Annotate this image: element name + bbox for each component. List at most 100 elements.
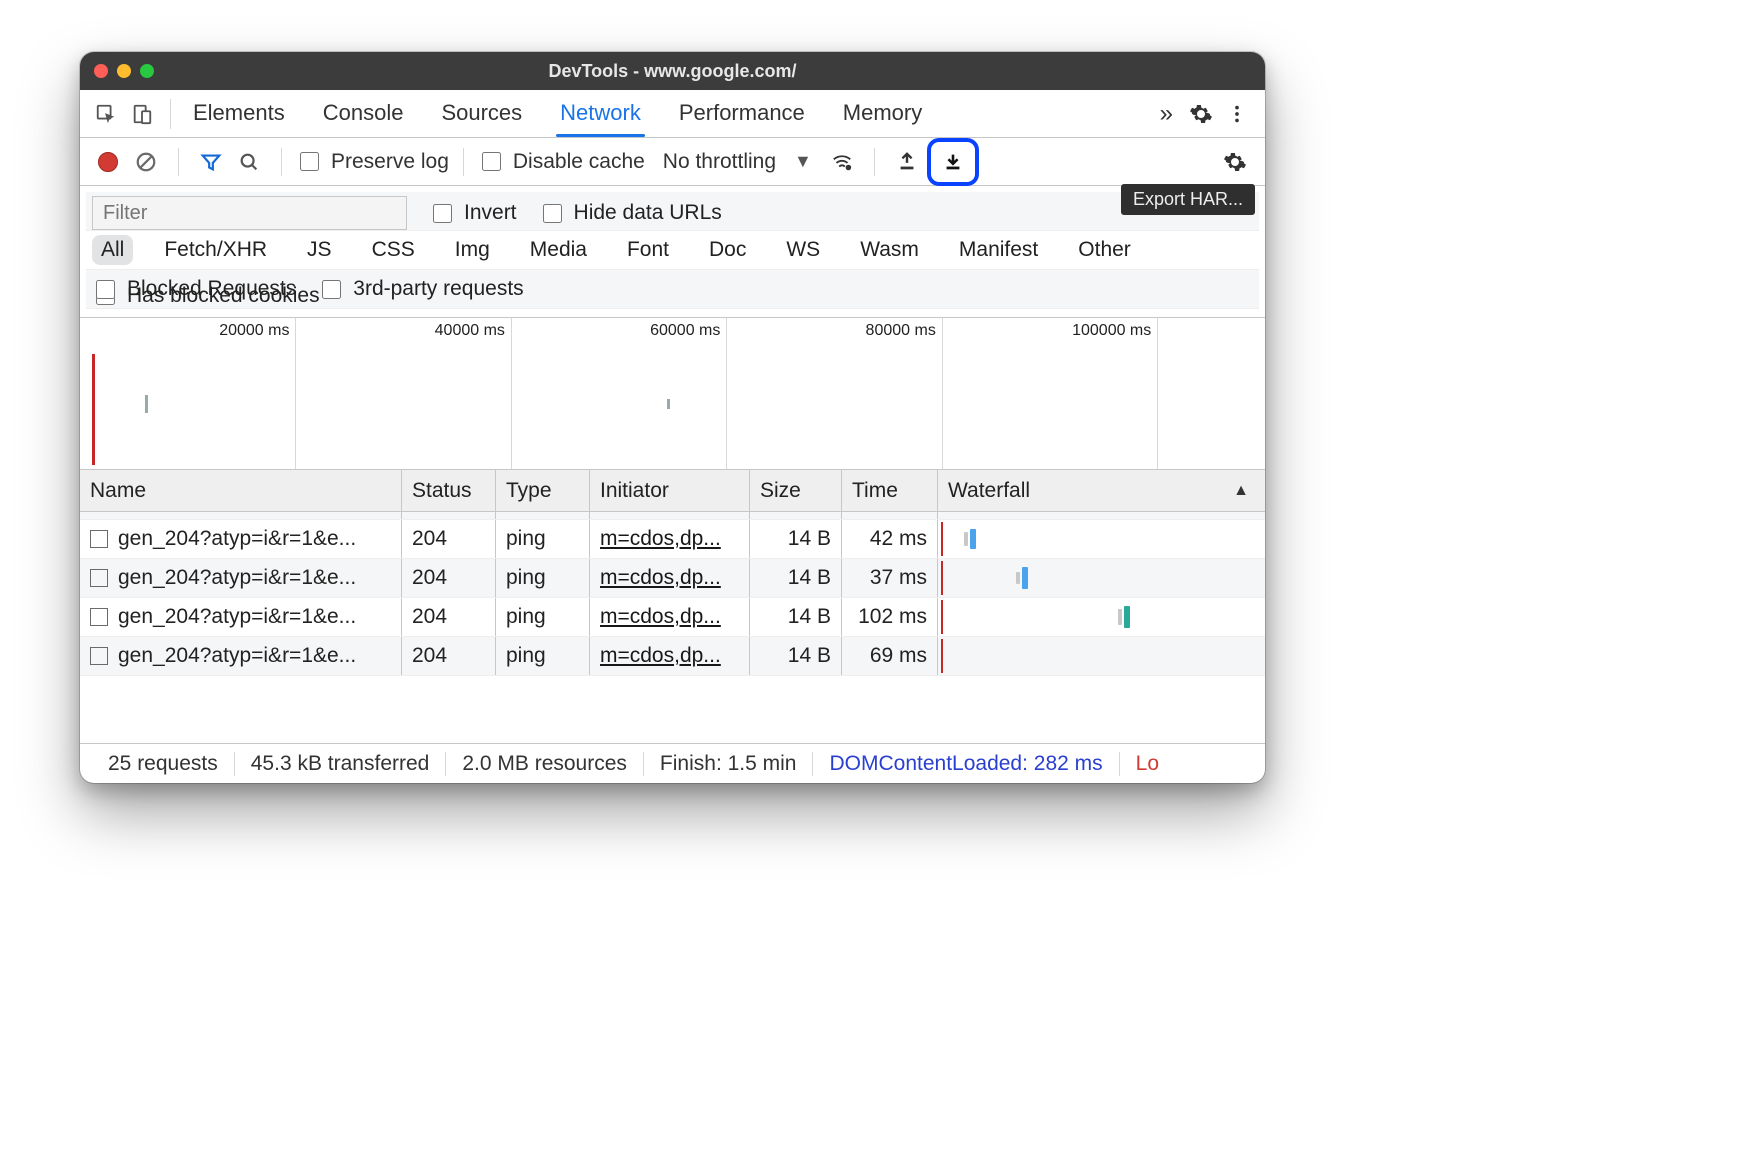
blocked-requests-input[interactable] xyxy=(96,280,115,299)
hide-data-urls-input[interactable] xyxy=(543,204,562,223)
tab-sources[interactable]: Sources xyxy=(439,92,524,136)
type-chip-ws[interactable]: WS xyxy=(777,235,829,265)
hide-data-urls-checkbox[interactable]: Hide data URLs xyxy=(539,201,722,226)
invert-input[interactable] xyxy=(433,204,452,223)
throttling-select[interactable]: No throttling ▼ xyxy=(663,150,812,174)
type-chip-js[interactable]: JS xyxy=(298,235,341,265)
tab-console[interactable]: Console xyxy=(321,92,406,136)
device-toolbar-icon[interactable] xyxy=(124,96,160,132)
tab-memory[interactable]: Memory xyxy=(841,92,924,136)
status-resources: 2.0 MB resources xyxy=(446,752,644,776)
window-titlebar: DevTools - www.google.com/ xyxy=(80,52,1265,90)
filter-bar: Invert Hide data URLs All Fetch/XHR JS C… xyxy=(80,186,1265,318)
network-conditions-icon[interactable] xyxy=(824,144,860,180)
type-chip-all[interactable]: All xyxy=(92,235,133,265)
separator xyxy=(178,148,179,176)
tab-elements[interactable]: Elements xyxy=(191,92,287,136)
file-icon xyxy=(90,569,108,587)
timeline-tick-label: 60000 ms xyxy=(650,322,726,340)
close-window-button[interactable] xyxy=(94,64,108,78)
clear-icon[interactable] xyxy=(128,144,164,180)
type-chip-css[interactable]: CSS xyxy=(363,235,424,265)
waterfall-wait-bar xyxy=(1016,572,1020,584)
type-chip-font[interactable]: Font xyxy=(618,235,678,265)
more-tabs-icon[interactable]: » xyxy=(1150,100,1183,128)
type-chip-wasm[interactable]: Wasm xyxy=(851,235,928,265)
filter-icon[interactable] xyxy=(193,144,229,180)
col-type[interactable]: Type xyxy=(496,470,590,511)
cell-size: 14 B xyxy=(750,598,842,636)
timeline-activity-tick xyxy=(145,395,148,413)
waterfall-download-bar xyxy=(1022,567,1028,589)
type-chip-manifest[interactable]: Manifest xyxy=(950,235,1047,265)
panel-tabs-row: Elements Console Sources Network Perform… xyxy=(80,90,1265,138)
search-icon[interactable] xyxy=(231,144,267,180)
timeline-overview[interactable]: 20000 ms40000 ms60000 ms80000 ms100000 m… xyxy=(80,318,1265,470)
status-bar: 25 requests 45.3 kB transferred 2.0 MB r… xyxy=(80,743,1265,783)
disable-cache-input[interactable] xyxy=(482,152,501,171)
preserve-log-checkbox[interactable]: Preserve log xyxy=(296,149,449,174)
file-icon xyxy=(90,530,108,548)
timeline-activity-tick xyxy=(667,399,670,409)
tab-performance[interactable]: Performance xyxy=(677,92,807,136)
inspect-element-icon[interactable] xyxy=(88,96,124,132)
separator xyxy=(281,148,282,176)
type-chip-img[interactable]: Img xyxy=(446,235,499,265)
col-waterfall[interactable]: Waterfall ▲ xyxy=(938,470,1265,511)
waterfall-load-marker xyxy=(941,561,943,595)
cell-size: 14 B xyxy=(750,559,842,597)
maximize-window-button[interactable] xyxy=(140,64,154,78)
record-button[interactable] xyxy=(98,152,118,172)
cell-name: gen_204?atyp=i&r=1&e... xyxy=(80,520,402,558)
timeline-tick-label: 80000 ms xyxy=(866,322,942,340)
import-har-icon[interactable] xyxy=(889,144,925,180)
tab-network[interactable]: Network xyxy=(558,92,643,136)
cell-type: ping xyxy=(496,559,590,597)
timeline-tick-label: 100000 ms xyxy=(1072,322,1157,340)
preserve-log-input[interactable] xyxy=(300,152,319,171)
export-har-highlight xyxy=(927,138,979,186)
chevron-down-icon: ▼ xyxy=(794,151,812,172)
blocked-requests-checkbox[interactable]: Blocked Requests xyxy=(92,277,296,302)
waterfall-download-bar xyxy=(970,529,976,549)
cell-waterfall xyxy=(938,559,1265,597)
type-chip-doc[interactable]: Doc xyxy=(700,235,755,265)
export-har-icon[interactable] xyxy=(935,144,971,180)
minimize-window-button[interactable] xyxy=(117,64,131,78)
cell-initiator[interactable]: m=cdos,dp... xyxy=(590,637,750,675)
settings-icon[interactable] xyxy=(1183,96,1219,132)
col-name[interactable]: Name xyxy=(80,470,402,511)
table-row[interactable]: gen_204?atyp=i&r=1&e...204pingm=cdos,dp.… xyxy=(80,520,1265,559)
table-row-partial[interactable] xyxy=(80,512,1265,520)
third-party-checkbox[interactable]: 3rd-party requests xyxy=(318,277,523,302)
kebab-menu-icon[interactable] xyxy=(1219,96,1255,132)
hide-data-urls-label: Hide data URLs xyxy=(574,201,722,225)
status-domcontentloaded: DOMContentLoaded: 282 ms xyxy=(813,752,1119,776)
timeline-tick-label: 20000 ms xyxy=(219,322,295,340)
col-status[interactable]: Status xyxy=(402,470,496,511)
type-chip-fetchxhr[interactable]: Fetch/XHR xyxy=(155,235,276,265)
table-row[interactable]: gen_204?atyp=i&r=1&e...204pingm=cdos,dp.… xyxy=(80,598,1265,637)
cell-time: 69 ms xyxy=(842,637,938,675)
col-size[interactable]: Size xyxy=(750,470,842,511)
separator xyxy=(170,99,171,129)
cell-initiator[interactable]: m=cdos,dp... xyxy=(590,598,750,636)
disable-cache-checkbox[interactable]: Disable cache xyxy=(478,149,645,174)
col-time[interactable]: Time xyxy=(842,470,938,511)
network-settings-icon[interactable] xyxy=(1217,144,1253,180)
cell-size: 14 B xyxy=(750,520,842,558)
col-initiator[interactable]: Initiator xyxy=(590,470,750,511)
table-row[interactable]: gen_204?atyp=i&r=1&e...204pingm=cdos,dp.… xyxy=(80,637,1265,676)
cell-initiator[interactable]: m=cdos,dp... xyxy=(590,520,750,558)
invert-checkbox[interactable]: Invert xyxy=(429,201,517,226)
file-icon xyxy=(90,647,108,665)
third-party-input[interactable] xyxy=(322,280,341,299)
waterfall-load-marker xyxy=(941,522,943,556)
cell-type: ping xyxy=(496,520,590,558)
cell-initiator[interactable]: m=cdos,dp... xyxy=(590,559,750,597)
filter-input[interactable] xyxy=(92,196,407,230)
type-chip-other[interactable]: Other xyxy=(1069,235,1140,265)
type-chip-media[interactable]: Media xyxy=(521,235,596,265)
table-row[interactable]: gen_204?atyp=i&r=1&e...204pingm=cdos,dp.… xyxy=(80,559,1265,598)
status-finish: Finish: 1.5 min xyxy=(644,752,814,776)
